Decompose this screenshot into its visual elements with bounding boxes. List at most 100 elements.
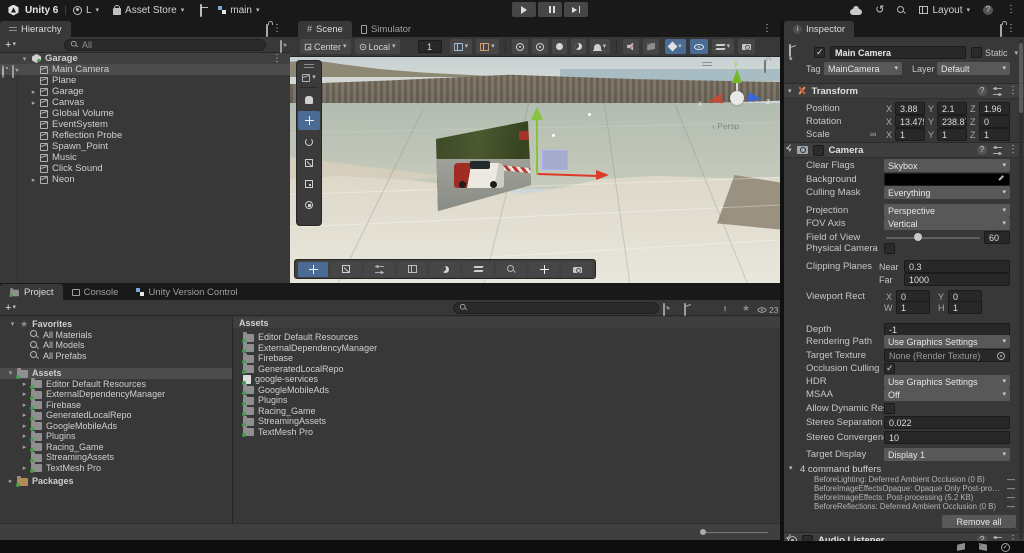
foldout-arrow-icon[interactable]: ▾ — [6, 369, 15, 377]
project-search-input[interactable] — [453, 302, 659, 314]
asset-item[interactable]: google-services — [233, 374, 780, 385]
tree-folder[interactable]: ▸Firebase — [0, 400, 232, 411]
overlay-lighting-button[interactable] — [430, 262, 460, 277]
scene-debug-dropdown[interactable]: ▾ — [590, 39, 611, 54]
tab-simulator[interactable]: Simulator — [352, 21, 420, 37]
favorites-root[interactable]: ▾ ★ Favorites — [0, 319, 232, 330]
camera-enabled-checkbox[interactable] — [813, 145, 824, 156]
kebab-menu-icon[interactable]: ⋮ — [762, 24, 772, 34]
foldout-arrow-icon[interactable]: ▾ — [8, 320, 17, 328]
overlay-handle-icon[interactable] — [304, 64, 314, 68]
tree-folder[interactable]: ▸GeneratedLocalRepo — [0, 410, 232, 421]
tree-folder[interactable]: ▸Editor Default Resources — [0, 379, 232, 390]
expand-arrow-icon[interactable]: ▸ — [20, 411, 29, 419]
tab-scene[interactable]: # Scene — [298, 21, 352, 37]
presets-icon[interactable] — [993, 88, 1002, 95]
remove-buffer-button[interactable]: — — [1006, 475, 1016, 484]
hierarchy-item[interactable]: Music — [0, 152, 290, 163]
move-tool-button[interactable] — [298, 111, 320, 130]
muted-message-icon[interactable] — [979, 543, 987, 551]
transform-header[interactable]: ▾ Transform ?⋮ — [784, 83, 1024, 99]
hierarchy-item[interactable]: Global Volume — [0, 108, 290, 119]
step-button[interactable] — [564, 2, 588, 17]
rotate-tool-button[interactable] — [298, 132, 320, 151]
expand-arrow-icon[interactable]: ▸ — [29, 176, 38, 184]
axis-x-cone[interactable] — [707, 94, 723, 107]
hierarchy-item[interactable]: ▸Canvas — [0, 97, 290, 108]
favorites-item[interactable]: All Prefabs — [0, 351, 232, 362]
list-breadcrumb[interactable]: Assets — [233, 317, 780, 328]
tool-pivot-dropdown[interactable]: Center ▾ — [300, 39, 351, 54]
search-in-window-icon[interactable] — [663, 304, 665, 315]
package-filter-icon[interactable] — [684, 304, 686, 315]
projection-dropdown[interactable]: Perspective▾ — [884, 204, 1010, 217]
expand-arrow-icon[interactable]: ▸ — [20, 401, 29, 409]
tab-inspector[interactable]: i Inspector — [784, 21, 854, 37]
hierarchy-item[interactable]: Main Camera — [0, 64, 290, 75]
tab-project[interactable]: Project — [0, 284, 63, 300]
asset-item[interactable]: GoogleMobileAds — [233, 385, 780, 396]
stereo-separation-field[interactable]: 0.022 — [884, 416, 1010, 429]
expand-arrow-icon[interactable]: ▸ — [20, 464, 29, 472]
eyedropper-icon[interactable] — [997, 176, 1005, 184]
asset-item[interactable]: Plugins — [233, 395, 780, 406]
overlay-gizmo-button[interactable] — [529, 262, 559, 277]
camera-settings-button[interactable] — [738, 39, 755, 54]
remove-buffer-button[interactable]: — — [1006, 493, 1016, 502]
hierarchy-item[interactable]: Click Sound — [0, 163, 290, 174]
tree-folder[interactable]: ▸Racing_Game — [0, 442, 232, 453]
overlay-sliders-button[interactable] — [364, 262, 394, 277]
viewport-h-field[interactable]: 1 — [948, 301, 982, 314]
tag-dropdown[interactable]: MainCamera▾ — [824, 62, 902, 75]
foldout-arrow-icon[interactable]: ▾ — [20, 55, 29, 63]
scene-viewport[interactable]: y x z ‹ Persp ▾ — [290, 57, 780, 283]
kebab-menu-icon[interactable]: ⋮ — [272, 24, 282, 34]
background-color-swatch[interactable] — [884, 173, 1010, 186]
orientation-gizmo[interactable]: y x z ‹ Persp — [690, 57, 780, 147]
expand-arrow-icon[interactable]: ▸ — [20, 443, 29, 451]
hierarchy-search-input[interactable]: All — [64, 39, 266, 51]
scene-lighting-button[interactable] — [571, 39, 586, 54]
far-clip-field[interactable]: 1000 — [904, 273, 1010, 286]
snap-increment-field[interactable]: 1 — [418, 40, 442, 53]
layer-dropdown[interactable]: Default▾ — [937, 62, 1010, 75]
clear-flags-dropdown[interactable]: Skybox▾ — [884, 159, 1010, 172]
fov-axis-dropdown[interactable]: Vertical▾ — [884, 217, 1010, 230]
expand-arrow-icon[interactable]: ▸ — [29, 88, 38, 96]
overlay-handle-icon[interactable] — [702, 62, 712, 66]
asset-item[interactable]: StreamingAssets — [233, 416, 780, 427]
object-picker-icon[interactable] — [997, 352, 1005, 360]
remove-buffer-button[interactable]: — — [1006, 502, 1016, 511]
projection-mode-label[interactable]: ‹ Persp — [712, 121, 739, 131]
packages-root[interactable]: ▸ Packages — [0, 476, 232, 487]
overlay-layers-button[interactable] — [463, 262, 493, 277]
kebab-menu-icon[interactable]: ⋮ — [1006, 24, 1016, 34]
scene-root-row[interactable]: ▾ Garage ⋮ — [0, 53, 290, 64]
expand-arrow-icon[interactable]: ▸ — [20, 380, 29, 388]
tool-settings-dropdown[interactable]: ▾ — [298, 70, 320, 85]
asset-item[interactable]: TextMesh Pro — [233, 427, 780, 438]
gameobject-cube-icon[interactable]: ▾ — [789, 45, 793, 63]
static-dropdown-icon[interactable]: ▾ — [1014, 50, 1018, 57]
favorites-item[interactable]: All Materials — [0, 330, 232, 341]
branch-menu[interactable]: main ▾ — [218, 5, 259, 16]
kebab-menu-icon[interactable]: ⋮ — [1006, 5, 1016, 15]
add-asset-button[interactable]: + ▾ — [5, 302, 16, 314]
scale-tool-button[interactable] — [298, 153, 320, 172]
tree-folder[interactable]: StreamingAssets — [0, 452, 232, 463]
overlay-search-button[interactable] — [496, 262, 526, 277]
rect-tool-button[interactable] — [298, 174, 320, 193]
assets-root[interactable]: ▾ Assets — [0, 368, 232, 379]
scrollbar-thumb[interactable] — [1019, 43, 1023, 113]
scene-visibility-button[interactable] — [690, 39, 708, 54]
play-button[interactable] — [512, 2, 536, 17]
transform-tool-button[interactable] — [298, 195, 320, 214]
thumbnail-size-slider[interactable] — [702, 532, 768, 533]
history-icon[interactable]: ↺ — [875, 5, 884, 16]
tab-hierarchy[interactable]: Hierarchy — [0, 21, 71, 37]
viewport-w-field[interactable]: 1 — [896, 301, 930, 314]
overlay-layers-dropdown[interactable]: ▾ — [712, 39, 735, 54]
scene-audio-button[interactable] — [623, 39, 639, 54]
constrain-proportions-icon[interactable]: ∞ — [870, 129, 876, 139]
near-clip-field[interactable]: 0.3 — [904, 260, 1010, 273]
